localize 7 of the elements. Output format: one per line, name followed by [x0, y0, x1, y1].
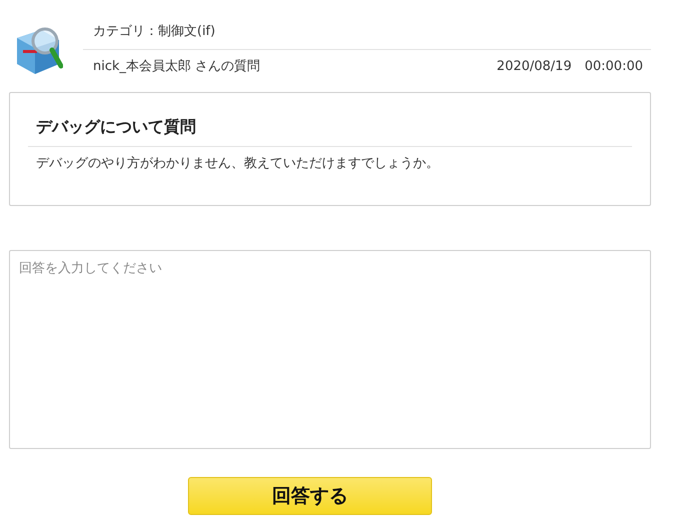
- answer-field[interactable]: 回答を入力してください: [9, 250, 651, 449]
- category-label: カテゴリ：制御文(if): [93, 24, 216, 39]
- question-title: デバッグについて質問: [35, 117, 197, 138]
- submit-button[interactable]: 回答する: [188, 477, 432, 515]
- author-label: nick_本会員太郎 さんの質問: [93, 58, 260, 75]
- question-body: デバッグのやり方がわかりません、教えていただけますでしょうか。: [35, 155, 440, 172]
- post-date: 2020/08/19 00:00:00: [496, 58, 643, 75]
